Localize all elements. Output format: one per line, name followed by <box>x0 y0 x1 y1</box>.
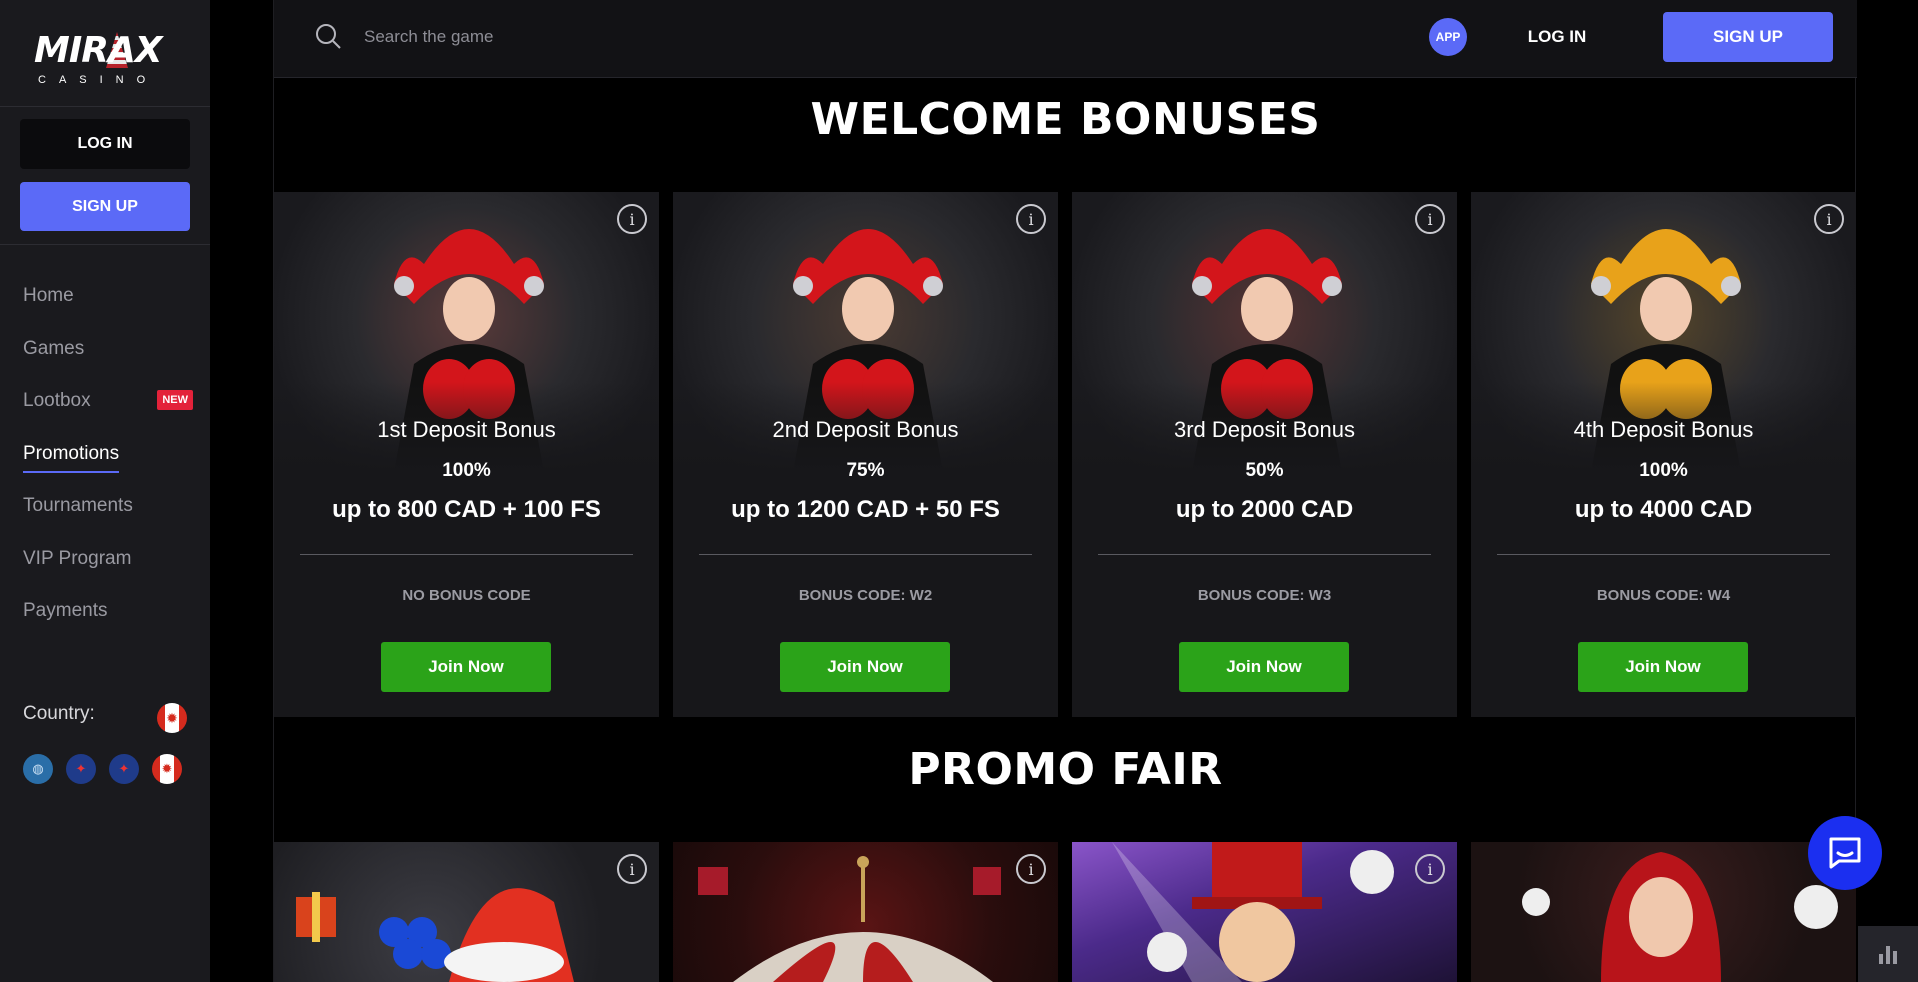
welcome-bonuses-title: WELCOME BONUSES <box>810 94 1321 145</box>
info-icon[interactable]: i <box>1016 854 1046 884</box>
join-now-button[interactable]: Join Now <box>381 642 551 692</box>
bonus-percent: 75% <box>846 460 885 481</box>
card-divider <box>1098 554 1431 555</box>
mirax-logo[interactable]: MIRAX CASINO <box>30 24 175 90</box>
promo-card[interactable]: i <box>673 842 1058 982</box>
info-icon[interactable]: i <box>1415 854 1445 884</box>
red-haired-woman-artwork <box>1522 852 1838 982</box>
stats-button[interactable] <box>1858 926 1918 982</box>
bonus-amount: up to 800 CAD + 100 FS <box>332 496 601 523</box>
join-now-button[interactable]: Join Now <box>1578 642 1748 692</box>
join-now-button[interactable]: Join Now <box>1179 642 1349 692</box>
sidebar-item-home[interactable]: Home <box>23 270 193 323</box>
bonus-card: i 1st Deposit Bonus 100% up to 800 CAD +… <box>274 192 659 717</box>
circus-tent-artwork <box>698 856 1001 982</box>
bonus-card: i 2nd Deposit Bonus 75% up to 1200 CAD +… <box>673 192 1058 717</box>
card-divider <box>699 554 1032 555</box>
card-divider <box>300 554 633 555</box>
sidebar-item-label: Games <box>23 337 85 359</box>
bonus-card: i 3rd Deposit Bonus 50% up to 2000 CAD B… <box>1072 192 1457 717</box>
sidebar-item-label: Promotions <box>23 443 120 473</box>
sidebar-item-promotions[interactable]: Promotions <box>23 428 193 481</box>
sidebar-item-label: Payments <box>23 600 108 622</box>
magician-artwork <box>1112 842 1394 982</box>
search-icon[interactable] <box>314 22 342 50</box>
bonus-card-title: 2nd Deposit Bonus <box>772 417 959 442</box>
promo-card[interactable] <box>1471 842 1856 982</box>
signup-button[interactable]: SIGN UP <box>1663 12 1833 62</box>
bonus-card: i 4th Deposit Bonus 100% up to 4000 CAD … <box>1471 192 1856 717</box>
bonus-code: BONUS CODE: W2 <box>798 587 933 604</box>
sidebar-item-label: Lootbox <box>23 390 91 412</box>
sidebar-divider <box>0 244 210 245</box>
bonus-percent: 100% <box>442 460 491 481</box>
sidebar-login-button[interactable]: LOG IN <box>20 119 190 169</box>
bonus-code: BONUS CODE: W4 <box>1596 587 1731 604</box>
join-now-button[interactable]: Join Now <box>780 642 950 692</box>
promo-card[interactable]: i <box>274 842 659 982</box>
sidebar-item-tournaments[interactable]: Tournaments <box>23 480 193 533</box>
bonus-amount: up to 4000 CAD <box>1574 496 1753 523</box>
info-icon[interactable]: i <box>1415 204 1445 234</box>
app-button[interactable]: APP <box>1429 18 1467 56</box>
main-content: APP LOG IN SIGN UP WELCOME BONUSES i 1st… <box>273 0 1857 982</box>
bonus-code: NO BONUS CODE <box>402 587 531 604</box>
info-icon[interactable]: i <box>617 854 647 884</box>
australia-flag-icon[interactable]: ✦ <box>66 754 96 784</box>
bonus-card-title: 1st Deposit Bonus <box>377 417 556 442</box>
christmas-slot-artwork <box>296 888 574 982</box>
bonus-percent: 50% <box>1245 460 1284 481</box>
info-icon[interactable]: i <box>1016 204 1046 234</box>
sidebar-item-vip-program[interactable]: VIP Program <box>23 533 193 586</box>
sidebar-signup-button[interactable]: SIGN UP <box>20 182 190 231</box>
logo-wordmark: MIRAX <box>34 30 163 71</box>
bonus-card-title: 4th Deposit Bonus <box>1573 417 1754 442</box>
chat-icon <box>1829 837 1861 869</box>
login-button[interactable]: LOG IN <box>1502 22 1612 52</box>
chat-button[interactable] <box>1808 816 1882 890</box>
promo-card[interactable]: i <box>1072 842 1457 982</box>
search-input[interactable] <box>364 22 764 52</box>
country-label: Country: <box>23 703 95 724</box>
sidebar: MIRAX CASINO LOG IN SIGN UP Home Games L… <box>0 0 210 982</box>
globe-icon[interactable]: ◍ <box>23 754 53 784</box>
sidebar-item-label: Home <box>23 285 74 307</box>
sidebar-item-label: Tournaments <box>23 495 133 517</box>
new-badge: NEW <box>157 390 193 410</box>
sidebar-nav: Home Games Lootbox NEW Promotions Tournam… <box>23 270 193 638</box>
logo-subtitle: CASINO <box>38 74 159 86</box>
new-zealand-flag-icon[interactable]: ✦ <box>109 754 139 784</box>
sidebar-item-games[interactable]: Games <box>23 323 193 376</box>
info-icon[interactable]: i <box>617 204 647 234</box>
bonus-amount: up to 1200 CAD + 50 FS <box>731 496 1000 523</box>
promo-fair-title: PROMO FAIR <box>908 744 1223 795</box>
bonus-code: BONUS CODE: W3 <box>1197 587 1332 604</box>
bonus-percent: 100% <box>1639 460 1688 481</box>
sidebar-item-lootbox[interactable]: Lootbox NEW <box>23 375 193 428</box>
country-flag-list: ◍ ✦ ✦ ✹ <box>23 754 182 784</box>
bar-chart-icon <box>1879 946 1897 964</box>
bonus-card-title: 3rd Deposit Bonus <box>1174 417 1355 442</box>
top-bar: APP LOG IN SIGN UP <box>274 0 1857 78</box>
sidebar-divider <box>0 106 210 107</box>
canada-flag-icon[interactable]: ✹ <box>157 703 187 733</box>
card-divider <box>1497 554 1830 555</box>
canada-flag-icon[interactable]: ✹ <box>152 754 182 784</box>
bonus-amount: up to 2000 CAD <box>1175 496 1354 523</box>
sidebar-item-label: VIP Program <box>23 547 132 569</box>
info-icon[interactable]: i <box>1814 204 1844 234</box>
sidebar-item-payments[interactable]: Payments <box>23 585 193 638</box>
